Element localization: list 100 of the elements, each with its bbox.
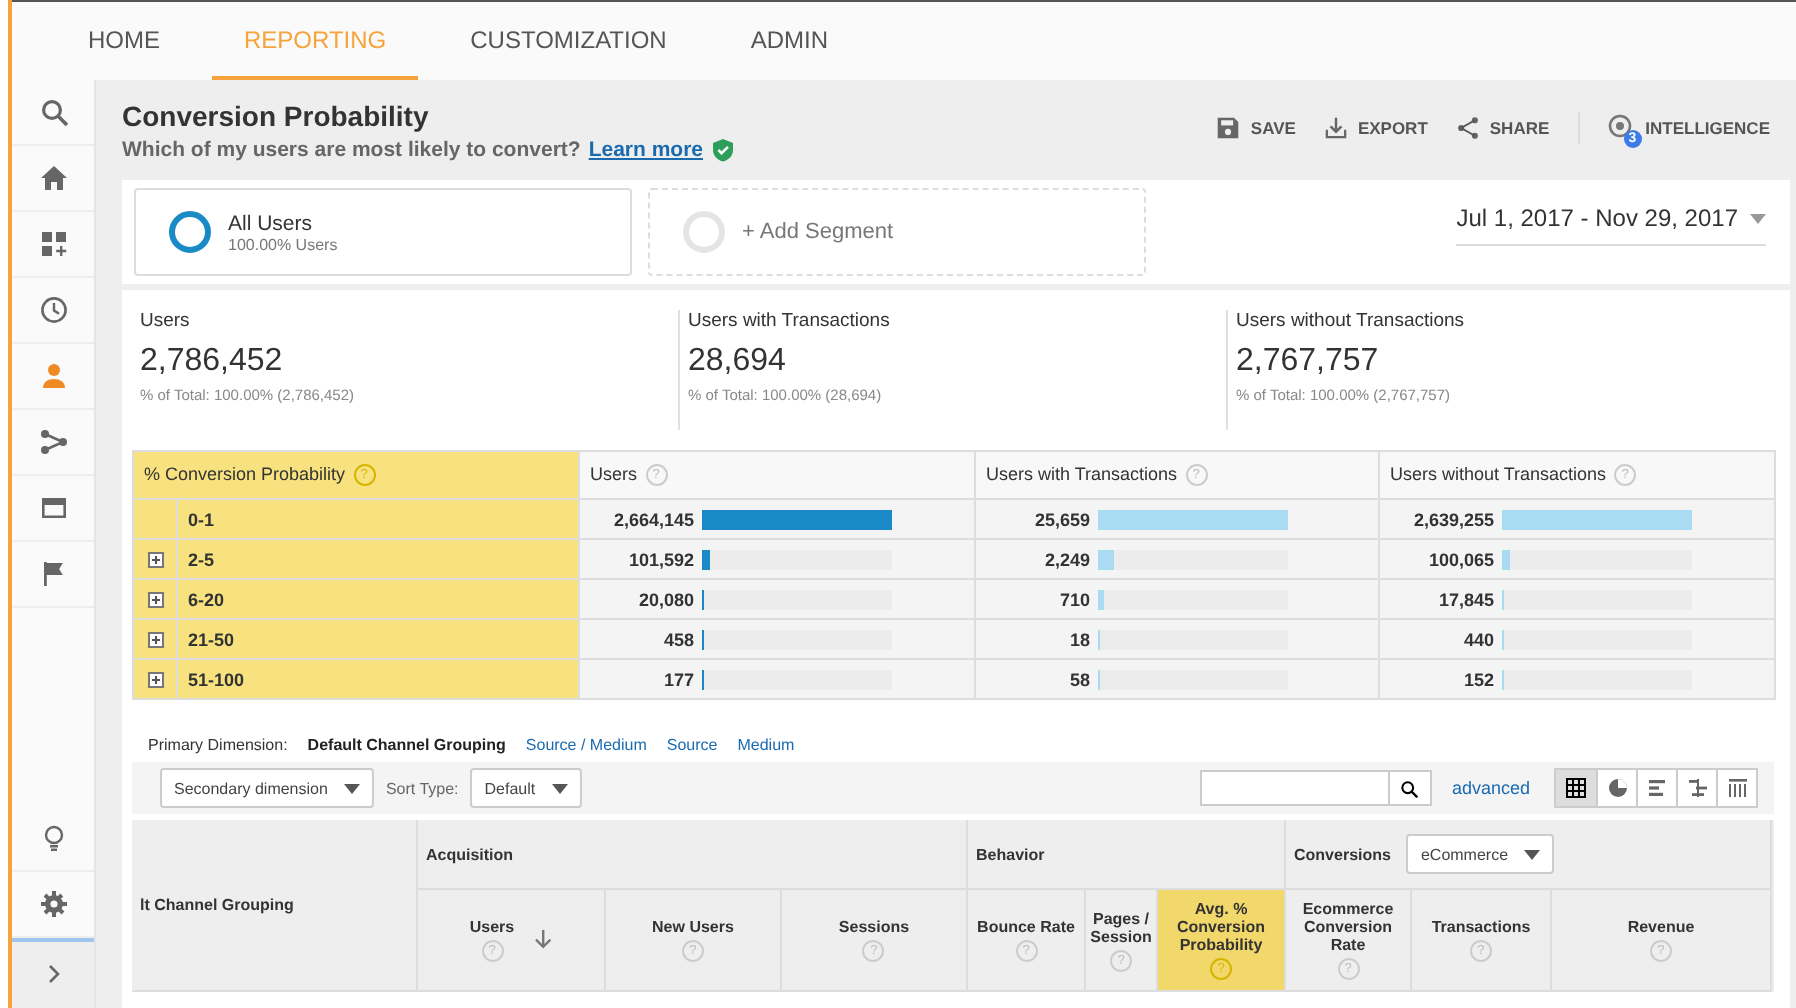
learn-more-link[interactable]: Learn more — [588, 138, 704, 162]
expand-icon[interactable] — [147, 551, 163, 567]
page-title: Conversion Probability — [122, 100, 431, 132]
table-cell-text: 17,845 — [1436, 589, 1495, 610]
date-range-picker[interactable]: Jul 1, 2017 - Nov 29, 2017 — [1456, 200, 1766, 246]
advanced-link[interactable]: advanced — [1451, 778, 1530, 798]
dimension-link[interactable]: Default Channel Grouping — [307, 736, 506, 754]
column-header[interactable]: New Users — [652, 918, 734, 936]
page-subtitle: Which of my users are most likely to convert? — [122, 138, 581, 162]
group-header: Acquisition — [426, 845, 514, 863]
column-header[interactable]: Sessions — [838, 918, 910, 936]
table-cell-text: 2,639,255 — [1411, 509, 1495, 530]
view-toggle[interactable] — [1676, 770, 1716, 806]
table-cell-text: 2,664,145 — [611, 509, 695, 530]
comparison-icon — [1687, 778, 1707, 798]
toolbar-button[interactable]: SAVE — [1216, 116, 1296, 140]
nav-tab[interactable]: CUSTOMIZATION — [438, 2, 699, 80]
table-cell-text: 458 — [661, 629, 695, 650]
sort-label: Sort Type: — [385, 779, 459, 797]
table-cell: 2-5 — [188, 549, 215, 569]
clock-icon[interactable] — [39, 296, 67, 324]
table-cell: 21-50 — [188, 629, 235, 649]
caret-icon — [343, 783, 360, 793]
save-icon — [1216, 116, 1241, 140]
segment-name: + Add Segment — [742, 220, 894, 244]
flag-icon[interactable] — [39, 560, 67, 588]
table-cell-text: 20,080 — [636, 589, 695, 610]
column-header[interactable]: Users — [469, 918, 515, 936]
search-field[interactable] — [1199, 770, 1432, 806]
pie-chart-icon — [1607, 778, 1627, 798]
eye-icon — [1607, 114, 1636, 142]
ring-icon — [168, 210, 212, 254]
column-header[interactable]: % Conversion Probability — [144, 463, 346, 484]
column-header[interactable]: Ecommerce Conversion Rate — [1294, 900, 1402, 954]
table-cell-text: 100,065 — [1426, 549, 1495, 570]
flow-icon[interactable] — [39, 428, 67, 456]
table-cell-text: 101,592 — [626, 549, 695, 570]
table-cell-text: 177 — [661, 669, 695, 690]
share-icon — [1455, 116, 1480, 140]
nav-tab[interactable]: HOME — [56, 2, 192, 80]
view-toggle[interactable] — [1556, 770, 1596, 806]
dimension-link[interactable]: Source — [666, 736, 718, 754]
nav-tab[interactable]: ADMIN — [718, 2, 861, 80]
column-header[interactable]: Transactions — [1431, 918, 1531, 936]
search-icon[interactable] — [39, 98, 67, 126]
column-header[interactable]: Revenue — [1627, 918, 1695, 936]
column-header[interactable]: Users without Transactions — [1390, 463, 1607, 484]
window-icon[interactable] — [39, 494, 67, 522]
column-header[interactable]: Bounce Rate — [977, 918, 1075, 936]
dropdown[interactable]: Secondary dimension — [160, 768, 374, 808]
dimension-link[interactable]: Source / Medium — [525, 736, 647, 754]
view-toggle[interactable] — [1716, 770, 1756, 806]
view-toggle[interactable] — [1596, 770, 1636, 806]
metric-label: Users without Transactions — [1236, 310, 1467, 332]
group-header: Conversions — [1294, 845, 1391, 863]
table-cell: 0-1 — [188, 509, 215, 529]
dimension-link[interactable]: Medium — [737, 736, 795, 754]
column-header[interactable]: Pages / Session — [1090, 909, 1152, 945]
caret-icon — [1524, 849, 1541, 859]
table-cell: 51-100 — [188, 669, 245, 689]
ring-icon — [682, 210, 726, 254]
view-toggle[interactable] — [1636, 770, 1676, 806]
metric-value: 28,694 — [688, 344, 788, 380]
metric-value: 2,786,452 — [140, 344, 285, 380]
segment-detail: 100.00% Users — [228, 235, 338, 253]
group-header: Behavior — [976, 845, 1045, 863]
metric-value: 2,767,757 — [1236, 344, 1381, 380]
settings-icon[interactable] — [39, 890, 67, 918]
expand-icon[interactable] — [147, 671, 163, 687]
toolbar-button[interactable]: EXPORT — [1323, 116, 1428, 140]
download-icon — [1323, 116, 1348, 140]
table-cell-text: 25,659 — [1032, 509, 1091, 530]
column-header[interactable]: Avg. % Conversion Probability — [1166, 900, 1276, 954]
expand-icon[interactable] — [147, 631, 163, 647]
table-cell-text: 440 — [1461, 629, 1495, 650]
lightbulb-icon[interactable] — [39, 824, 67, 852]
toolbar-button[interactable]: SHARE — [1455, 116, 1550, 140]
bar-list-icon — [1647, 778, 1667, 798]
table-cell-text: 152 — [1461, 669, 1495, 690]
caret-icon — [1750, 213, 1766, 223]
pivot-icon — [1727, 778, 1747, 798]
home-icon[interactable] — [39, 164, 67, 192]
table-cell-text: 2,249 — [1042, 549, 1091, 570]
metric-label: Users with Transactions — [688, 310, 892, 332]
table-cell-text: 58 — [1068, 669, 1091, 690]
dropdown[interactable]: Default — [470, 768, 582, 808]
dashboard-icon[interactable] — [39, 230, 67, 258]
search-icon — [1400, 779, 1419, 797]
dropdown[interactable]: eCommerce — [1406, 834, 1555, 874]
metric-label: Users — [140, 310, 192, 332]
segment-name: All Users — [228, 211, 315, 235]
table-cell-text: 710 — [1057, 589, 1091, 610]
caret-icon — [551, 783, 568, 793]
segment-card[interactable]: All Users 100.00% Users — [134, 188, 632, 276]
column-header[interactable]: Users — [590, 463, 638, 484]
table-view-icon — [1566, 778, 1586, 798]
column-header[interactable]: Users with Transactions — [986, 463, 1178, 484]
expand-icon[interactable] — [147, 591, 163, 607]
column-header[interactable]: lt Channel Grouping — [132, 820, 418, 992]
segment-card[interactable]: + Add Segment — [648, 188, 1146, 276]
